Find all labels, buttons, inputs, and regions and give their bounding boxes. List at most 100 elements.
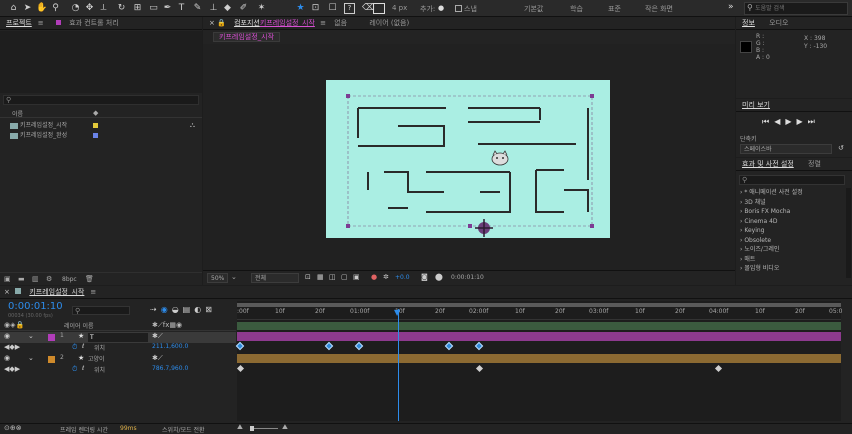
effects-category[interactable]: › 몰입형 비디오 <box>736 264 846 274</box>
next-frame-icon[interactable]: ▶ <box>797 117 808 126</box>
zoom-dropdown[interactable]: 50% <box>207 273 229 283</box>
workspace-standard[interactable]: 표준 <box>608 4 621 14</box>
effects-category[interactable]: › Boris FX Mocha <box>736 207 846 217</box>
exposure-icon[interactable]: ✲ <box>383 273 389 281</box>
graph-editor-icon[interactable]: ⊠ <box>205 305 216 314</box>
puppet-icon[interactable]: ✶ <box>256 3 267 14</box>
snap-icon[interactable]: ⌫ <box>362 3 375 14</box>
layer-bar-2[interactable] <box>237 354 841 363</box>
shortcut-dropdown[interactable]: 스페이스바 <box>740 144 832 154</box>
zoom-icon[interactable]: ⚲ <box>50 3 61 14</box>
transparency-icon[interactable]: ▦ <box>317 273 324 281</box>
timeline-search[interactable]: ⚲ <box>72 306 130 315</box>
pan-behind-icon[interactable]: ⊞ <box>132 3 143 14</box>
axis-icon[interactable]: ⊡ <box>310 3 321 14</box>
close-icon[interactable]: × <box>4 288 10 296</box>
switch-modes-toggle[interactable]: 스위치/모드 전환 <box>162 425 205 434</box>
star-icon[interactable]: ★ <box>295 3 306 14</box>
keyframe[interactable] <box>444 341 454 351</box>
effects-category[interactable]: › 매트 <box>736 255 846 265</box>
comp-canvas[interactable] <box>326 80 610 238</box>
zoom-slider[interactable] <box>250 428 278 429</box>
new-folder-icon[interactable]: ▬ <box>18 275 25 283</box>
project-tab-menu[interactable]: ≡ <box>38 19 44 27</box>
expand-icon[interactable]: ⌄ <box>28 354 34 362</box>
tab-effects-presets[interactable]: 효과 및 사전 설정 <box>736 158 800 170</box>
timeline-scrollbar[interactable] <box>842 301 852 421</box>
stopwatch-icon[interactable]: ⏱ <box>72 365 77 374</box>
prev-frame-icon[interactable]: ◀ <box>774 117 785 126</box>
layer-row[interactable]: ◉ ⌄ 1 ★ T ✱⟋ <box>0 332 236 343</box>
effects-category[interactable]: › 3D 채널 <box>736 198 846 208</box>
mask-icon[interactable]: ◫ <box>329 273 336 281</box>
arrow-icon[interactable]: ➤ <box>22 3 33 14</box>
trash-icon[interactable]: 🗑 <box>85 275 94 283</box>
effects-category[interactable]: › Cinema 4D <box>736 217 846 227</box>
playhead[interactable] <box>398 309 399 421</box>
layer-tab[interactable]: 레이어 (없음) <box>363 17 415 29</box>
layer-name-field[interactable]: T <box>88 333 148 342</box>
property-value[interactable]: 786.7,960.0 <box>152 365 188 372</box>
visibility-icon[interactable]: ◉ <box>4 354 10 362</box>
pen-icon[interactable]: ✒ <box>162 3 173 14</box>
col-layer-name[interactable]: 레이어 이름 <box>64 321 94 330</box>
effects-category[interactable]: › Obsolete <box>736 236 846 246</box>
zoom-slider-thumb[interactable] <box>250 426 254 431</box>
tab-audio[interactable]: 오디오 <box>763 17 794 29</box>
comp-flow-icon[interactable]: ⇢ <box>150 305 161 314</box>
keyframe[interactable] <box>235 341 245 351</box>
visibility-icon[interactable]: ◉ <box>4 332 10 340</box>
keyframe[interactable] <box>474 341 484 351</box>
quality-dropdown[interactable]: 전체 <box>251 273 299 283</box>
timeline-timecode[interactable]: 0:00:01:10 <box>8 301 63 312</box>
comp-tab-menu[interactable]: ≡ <box>320 19 326 27</box>
effects-category[interactable]: › 노이즈/그레인 <box>736 245 846 255</box>
expand-icon[interactable]: ⌄ <box>28 332 34 340</box>
layer-name[interactable]: 고양이 <box>88 354 105 363</box>
rect-icon[interactable]: ▭ <box>148 3 159 14</box>
timeline-tab-menu[interactable]: ≡ <box>90 288 96 296</box>
keyframe[interactable] <box>324 341 334 351</box>
workspace-small-screen[interactable]: 작은 화면 <box>645 4 673 14</box>
layer-switches-icon[interactable]: ✱⟋ <box>152 354 163 363</box>
snap-question-icon[interactable]: ? <box>344 3 355 14</box>
switch-columns-icon[interactable]: ✱⟋fx▦◉ <box>152 321 182 330</box>
label-color-swatch[interactable] <box>48 356 55 363</box>
hand-icon[interactable]: ✋ <box>36 3 47 14</box>
lock-icon[interactable]: 🔒 <box>217 19 226 27</box>
keyframe-nav-icon[interactable]: ◀◆▶ <box>4 365 20 373</box>
home-icon[interactable]: ⌂ <box>8 3 19 14</box>
tab-preview[interactable]: 미리 보기 <box>736 99 776 111</box>
fill-color-swatch[interactable] <box>373 3 385 14</box>
snap-check-label[interactable]: 스냅 <box>464 4 477 14</box>
move-icon[interactable]: ✥ <box>84 3 95 14</box>
project-item[interactable]: 키프레임설정_완성 <box>0 130 202 141</box>
timeline-graph[interactable]: :00f 10f 20f 01:00f 10f 20f 02:00f 10f 2… <box>235 301 842 421</box>
orbit-icon[interactable]: ◔ <box>70 3 81 14</box>
workspace-default[interactable]: 기본값 <box>524 4 543 14</box>
stamp-icon[interactable]: ⊥ <box>208 3 219 14</box>
comp-tab-prefix[interactable]: 컴포지션 <box>228 17 260 29</box>
zoom-in-icon[interactable]: ⛰ <box>282 423 288 432</box>
close-icon[interactable]: × <box>209 19 215 27</box>
workspace-learn[interactable]: 학습 <box>570 4 583 14</box>
brush-icon[interactable]: ✎ <box>192 3 203 14</box>
show-snapshot-icon[interactable]: ⬤ <box>435 273 443 281</box>
zoom-out-icon[interactable]: ⛰ <box>237 423 243 432</box>
label-color-swatch[interactable] <box>48 334 55 341</box>
first-frame-icon[interactable]: ⏮ <box>762 117 774 126</box>
keyframe-nav-icon[interactable]: ◀◆▶ <box>4 343 20 351</box>
help-search[interactable]: ⚲ 도움말 검색 <box>744 2 848 15</box>
effects-search[interactable]: ⚲ <box>739 175 845 185</box>
layer-row[interactable]: ◉ ⌄ 2 ★ 고양이 ✱⟋ <box>0 354 236 365</box>
layer-switches-icon[interactable]: ✱⟋ <box>152 332 163 341</box>
expression-icon[interactable]: ℓ <box>82 343 84 350</box>
tab-effect-controls[interactable]: 효과 컨트롤 처리 <box>63 17 125 29</box>
bpc-label[interactable]: 8bpc <box>62 276 77 283</box>
keyframe[interactable] <box>236 364 245 373</box>
snap-toggle-icon[interactable]: ☐ <box>327 3 338 14</box>
layer-bar-1[interactable] <box>237 332 841 341</box>
track-icon[interactable]: ⟂ <box>98 3 109 14</box>
frame-blend-icon[interactable]: ▤ <box>183 305 195 314</box>
comp-tab-name[interactable]: 키프레임설정_시작 <box>260 19 315 27</box>
